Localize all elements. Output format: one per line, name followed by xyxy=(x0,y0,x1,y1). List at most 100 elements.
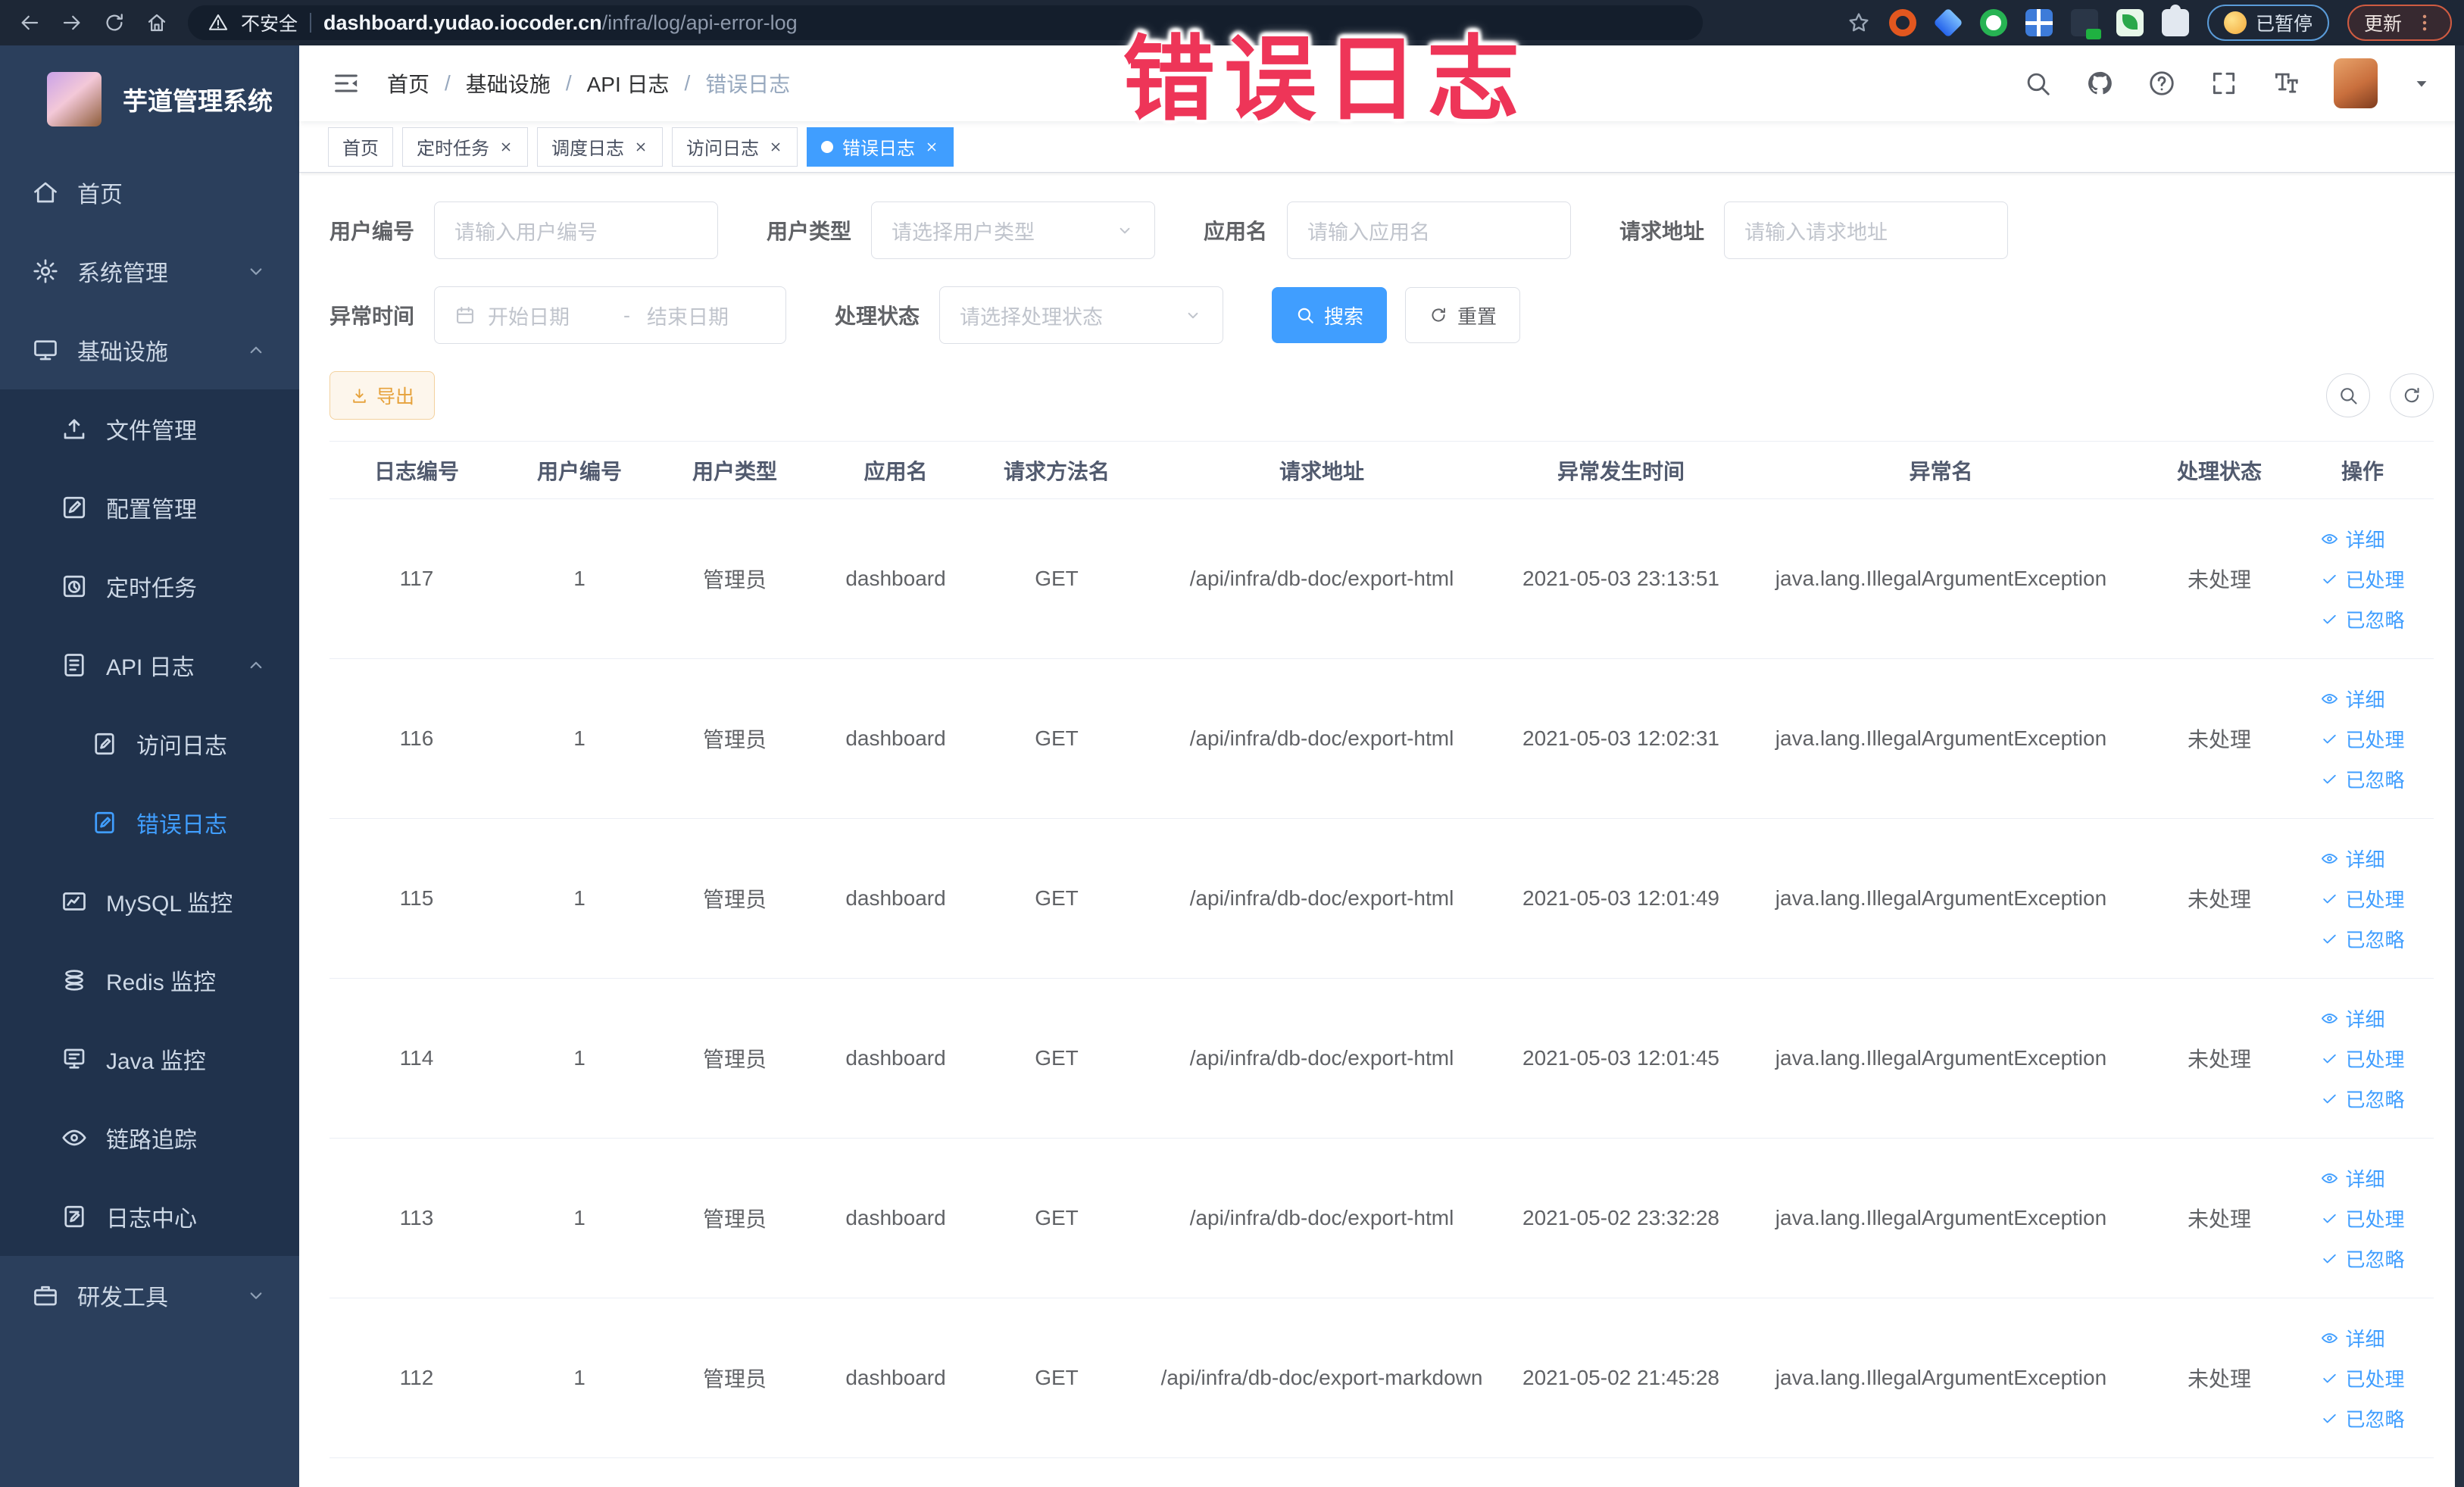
sidebar-item[interactable]: 首页 xyxy=(0,153,299,232)
profile-paused-badge[interactable]: 已暂停 xyxy=(2206,5,2329,41)
sidebar-item[interactable]: 访问日志 xyxy=(0,704,299,783)
table-cell-status: 未处理 xyxy=(2187,1207,2251,1231)
close-icon[interactable] xyxy=(498,139,514,155)
exception-time-label: 异常时间 xyxy=(329,305,415,328)
close-icon[interactable] xyxy=(768,139,783,155)
toggle-search-button[interactable] xyxy=(2326,373,2370,417)
reset-button[interactable]: 重置 xyxy=(1405,287,1521,343)
exception-time-range-picker[interactable]: 开始日期 - 结束日期 xyxy=(434,286,787,344)
breadcrumb-item[interactable]: API 日志 xyxy=(587,68,670,98)
detail-link[interactable]: 详细 xyxy=(2320,1324,2385,1352)
sidebar-item[interactable]: 配置管理 xyxy=(0,468,299,547)
check-icon xyxy=(2320,929,2339,948)
user-type-select[interactable]: 请选择用户类型 xyxy=(871,201,1156,259)
sidebar-item[interactable]: 研发工具 xyxy=(0,1256,299,1335)
check-icon xyxy=(2320,610,2339,629)
check-icon xyxy=(2320,1049,2339,1068)
font-size-icon[interactable] xyxy=(2272,69,2300,98)
sidebar-item[interactable]: 定时任务 xyxy=(0,547,299,626)
extension-donut-icon[interactable] xyxy=(1888,9,1916,36)
caret-down-icon[interactable] xyxy=(2411,73,2432,94)
browser-home-button[interactable] xyxy=(139,5,174,40)
processed-link[interactable]: 已处理 xyxy=(2320,725,2405,753)
tag-tab[interactable]: 访问日志 xyxy=(672,127,798,167)
app-name-input[interactable]: 请输入应用名 xyxy=(1287,201,1572,259)
processed-link[interactable]: 已处理 xyxy=(2320,1364,2405,1392)
sidebar-item[interactable]: Java 监控 xyxy=(0,1020,299,1098)
sidebar-item[interactable]: 基础设施 xyxy=(0,311,299,389)
kebab-menu-icon[interactable] xyxy=(2414,12,2435,33)
github-icon[interactable] xyxy=(2085,69,2114,98)
detail-link[interactable]: 详细 xyxy=(2320,685,2385,713)
extension-shield-icon[interactable] xyxy=(1933,8,1963,38)
browser-back-button[interactable] xyxy=(12,5,47,40)
table-cell-exception: java.lang.IllegalArgumentException xyxy=(1775,886,2107,910)
menu-fold-icon[interactable] xyxy=(331,68,361,98)
extension-grid-icon[interactable] xyxy=(2025,9,2053,36)
sidebar-item[interactable]: 日志中心 xyxy=(0,1177,299,1256)
processed-link[interactable]: 已处理 xyxy=(2320,885,2405,913)
table-cell-url: /api/infra/db-doc/export-markdown xyxy=(1160,1366,1483,1389)
tag-tab[interactable]: 调度日志 xyxy=(537,127,663,167)
sidebar-item[interactable]: 链路追踪 xyxy=(0,1098,299,1177)
browser-forward-button[interactable] xyxy=(55,5,89,40)
table-header-row: 日志编号 用户编号 用户类型 应用名 请求方法名 请求地址 异常发生时间 异常名 处理状态 操作 xyxy=(329,442,2434,499)
sidebar-item[interactable]: 文件管理 xyxy=(0,389,299,468)
security-label[interactable]: 不安全 xyxy=(241,9,298,36)
sidebar-item[interactable]: Redis 监控 xyxy=(0,941,299,1020)
ignored-link[interactable]: 已忽略 xyxy=(2320,1404,2405,1432)
chevron-down-icon xyxy=(1183,305,1203,325)
sidebar-item[interactable]: MySQL 监控 xyxy=(0,862,299,941)
tag-tab[interactable]: 定时任务 xyxy=(402,127,528,167)
sidebar-item[interactable]: 错误日志 xyxy=(0,783,299,862)
extension-circle-icon[interactable] xyxy=(1979,9,2007,36)
sidebar-item-label: 研发工具 xyxy=(77,1286,168,1310)
bookmark-star-icon[interactable] xyxy=(1847,11,1871,35)
ignored-link[interactable]: 已忽略 xyxy=(2320,1085,2405,1113)
sidebar-item[interactable]: 系统管理 xyxy=(0,232,299,311)
refresh-table-button[interactable] xyxy=(2390,373,2434,417)
export-button[interactable]: 导出 xyxy=(329,371,436,420)
window-scrollbar[interactable] xyxy=(2455,45,2464,1487)
processed-link[interactable]: 已处理 xyxy=(2320,565,2405,593)
table-cell-exception: java.lang.IllegalArgumentException xyxy=(1775,567,2107,590)
table-row: 112 1 管理员 dashboard GET/api/infra/db-doc/exp… xyxy=(329,1298,2434,1458)
ignored-link[interactable]: 已忽略 xyxy=(2320,765,2405,793)
table-cell-url: /api/infra/db-doc/export-html xyxy=(1189,726,1454,750)
app-brand[interactable]: 芋道管理系统 xyxy=(0,45,299,153)
breadcrumb-separator: / xyxy=(684,71,691,95)
sidebar-item[interactable]: API 日志 xyxy=(0,626,299,704)
detail-link[interactable]: 详细 xyxy=(2320,1164,2385,1192)
browser-reload-button[interactable] xyxy=(97,5,132,40)
tag-tab[interactable]: 错误日志 xyxy=(807,127,954,167)
ignored-link[interactable]: 已忽略 xyxy=(2320,925,2405,953)
ignored-link[interactable]: 已忽略 xyxy=(2320,1245,2405,1273)
close-icon[interactable] xyxy=(924,139,939,155)
request-url-input[interactable]: 请输入请求地址 xyxy=(1724,201,2009,259)
check-icon xyxy=(2320,770,2339,789)
help-icon[interactable] xyxy=(2147,69,2176,98)
ignored-link[interactable]: 已忽略 xyxy=(2320,605,2405,633)
sidebar-item-label: 访问日志 xyxy=(136,734,227,759)
extension-leaf-icon[interactable] xyxy=(2116,9,2144,36)
detail-link[interactable]: 详细 xyxy=(2320,525,2385,553)
detail-link[interactable]: 详细 xyxy=(2320,845,2385,873)
breadcrumb-item[interactable]: 基础设施 xyxy=(466,68,551,98)
extension-puzzle-icon[interactable] xyxy=(2161,5,2189,36)
fullscreen-icon[interactable] xyxy=(2209,69,2238,98)
processed-link[interactable]: 已处理 xyxy=(2320,1045,2405,1073)
processed-link[interactable]: 已处理 xyxy=(2320,1204,2405,1232)
url-bar[interactable]: 不安全 dashboard.yudao.iocoder.cn/infra/log… xyxy=(188,5,1703,40)
search-icon[interactable] xyxy=(2023,69,2052,98)
tag-tab[interactable]: 首页 xyxy=(328,127,393,167)
chrome-update-button[interactable]: 更新 xyxy=(2347,5,2452,41)
user-avatar[interactable] xyxy=(2334,58,2378,108)
breadcrumb-item[interactable]: 首页 xyxy=(387,68,429,98)
process-status-select[interactable]: 请选择处理状态 xyxy=(939,286,1224,344)
user-id-input[interactable]: 请输入用户编号 xyxy=(434,201,719,259)
detail-link[interactable]: 详细 xyxy=(2320,1004,2385,1032)
table-cell-type: 管理员 xyxy=(702,1367,767,1391)
search-button[interactable]: 搜索 xyxy=(1272,287,1388,343)
close-icon[interactable] xyxy=(633,139,648,155)
extension-toggle-icon[interactable] xyxy=(2070,9,2101,39)
